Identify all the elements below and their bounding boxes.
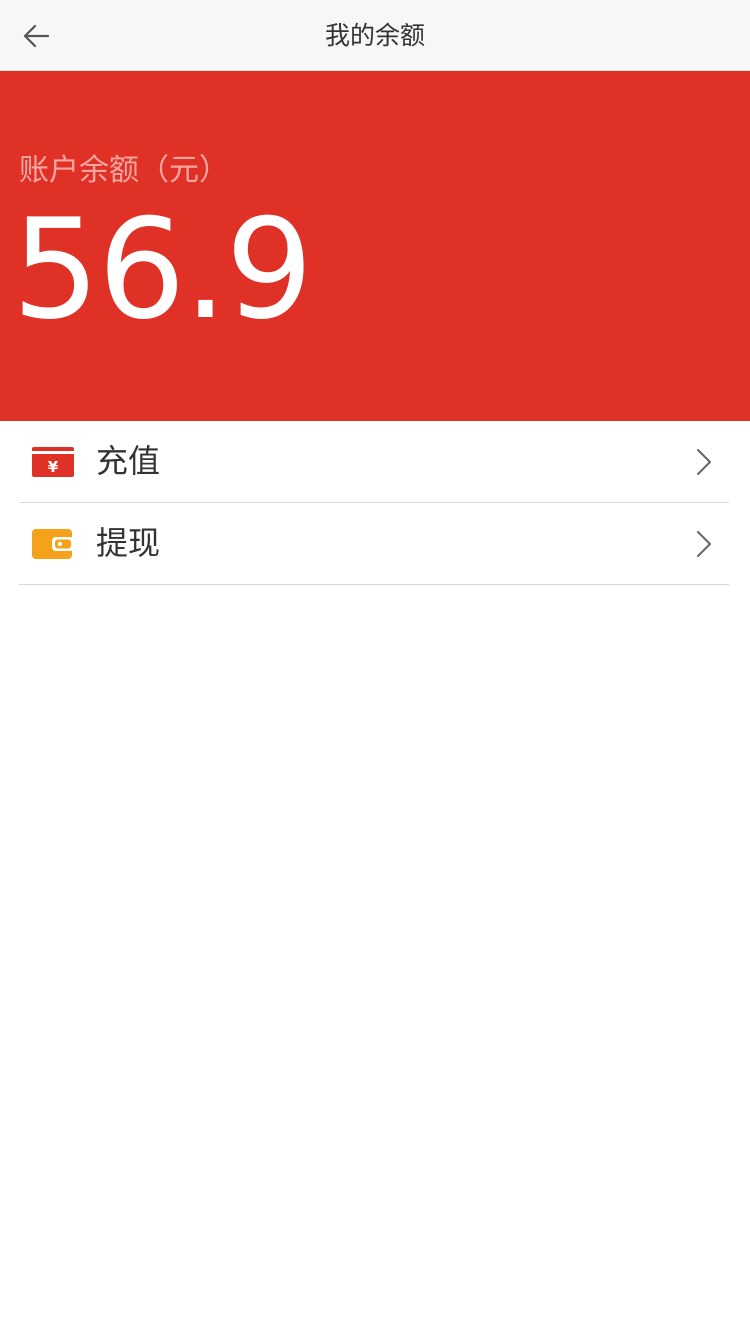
page-title: 我的余额 xyxy=(324,21,425,50)
balance-page: 我的余额 账户余额（元） 56.9 ¥ 充值 提现 xyxy=(0,0,750,1339)
svg-text:¥: ¥ xyxy=(48,458,59,476)
chevron-right-icon xyxy=(697,449,711,475)
withdraw-label: 提现 xyxy=(96,524,161,562)
recharge-label: 充值 xyxy=(96,442,161,480)
action-list: ¥ 充值 提现 xyxy=(0,421,750,585)
balance-amount: 56.9 xyxy=(12,189,313,350)
recharge-item[interactable]: ¥ 充值 xyxy=(19,421,729,503)
wallet-icon xyxy=(32,529,74,559)
balance-label: 账户余额（元） xyxy=(19,153,229,188)
withdraw-item[interactable]: 提现 xyxy=(19,503,729,585)
balance-panel: 账户余额（元） 56.9 xyxy=(0,71,750,421)
recharge-yuan-card-icon: ¥ xyxy=(32,447,74,477)
navigation-bar: 我的余额 xyxy=(0,0,750,71)
chevron-right-icon xyxy=(697,531,711,557)
